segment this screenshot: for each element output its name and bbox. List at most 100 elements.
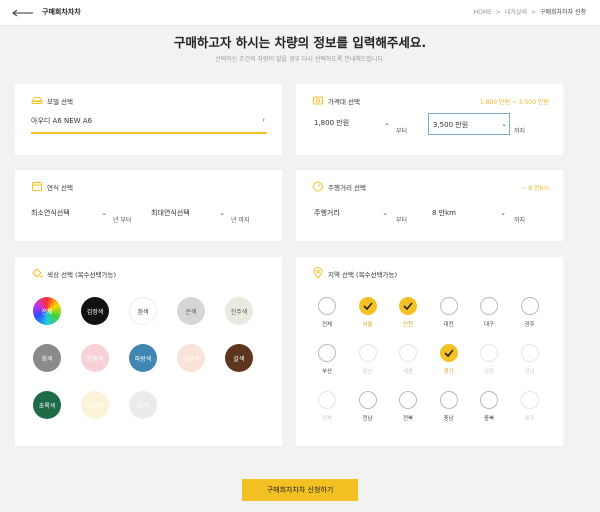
price-from-value: 1,800 만원 bbox=[314, 119, 350, 127]
calendar-icon bbox=[32, 181, 42, 191]
model-card: 모델 선택 아우디 A6 NEW A6 › bbox=[15, 84, 282, 155]
year-to-select[interactable]: 최대연식선택 ⌄ bbox=[151, 208, 227, 222]
region-option[interactable]: 서울 bbox=[357, 297, 379, 328]
color-swatch[interactable]: 파랑색 bbox=[129, 344, 157, 372]
chevron-down-icon: ⌄ bbox=[101, 209, 107, 217]
check-icon bbox=[399, 297, 417, 315]
color-swatch[interactable]: 회색 bbox=[33, 344, 61, 372]
mileage-to-value: 8 만km bbox=[432, 209, 456, 217]
region-option: 세종 bbox=[397, 344, 419, 375]
radio-circle bbox=[318, 391, 336, 409]
region-label: 전체 bbox=[321, 322, 333, 328]
radio-circle bbox=[520, 344, 539, 362]
check-icon bbox=[439, 344, 458, 362]
region-label: 대전 bbox=[443, 322, 454, 328]
color-swatch[interactable]: 은색 bbox=[177, 297, 205, 325]
region-card: 지역 선택 (복수선택가능) 전체 서울 인천 대전 대구 광주부산 울산 세종 경기 강원 경남경… bbox=[296, 257, 563, 446]
region-option[interactable]: 전북 bbox=[397, 391, 419, 422]
region-card-title: 지역 선택 (복수선택가능) bbox=[328, 271, 398, 279]
year-from-unit: 년 부터 bbox=[113, 217, 132, 224]
region-option[interactable]: 충남 bbox=[438, 391, 460, 422]
car-icon bbox=[31, 97, 43, 104]
region-label: 전남 bbox=[362, 416, 373, 422]
color-card-title: 색상 선택 (복수선택가능) bbox=[47, 271, 117, 279]
color-swatch[interactable]: 전체 bbox=[33, 297, 61, 325]
money-icon bbox=[313, 96, 323, 105]
price-to-select[interactable]: 3,500 만원 ⌄ bbox=[428, 113, 510, 135]
radio-circle bbox=[439, 391, 458, 409]
region-label: 경남 bbox=[524, 369, 535, 375]
year-from-select[interactable]: 최소연식선택 ⌄ bbox=[31, 208, 109, 222]
mileage-card-title: 주행거리 선택 bbox=[328, 184, 366, 192]
radio-circle bbox=[358, 391, 377, 409]
chevron-down-icon: ⌄ bbox=[219, 209, 225, 217]
breadcrumb-buy[interactable]: 내차살때 bbox=[505, 9, 527, 16]
mileage-to-select[interactable]: 8 만km ⌄ bbox=[432, 208, 508, 222]
page-subtitle: 선택하신 조건의 차량이 없을 경우 다시 선택하도록 안내해드립니다. bbox=[215, 56, 385, 63]
region-option[interactable]: 인천 bbox=[397, 297, 419, 328]
color-swatch[interactable]: 살구색 bbox=[177, 344, 205, 372]
radio-circle bbox=[480, 344, 498, 362]
region-label: 울산 bbox=[362, 369, 373, 375]
region-option: 강원 bbox=[478, 344, 500, 375]
color-swatch[interactable]: 회색 bbox=[129, 391, 157, 419]
price-from-unit: 부터 bbox=[396, 128, 408, 135]
model-select[interactable]: 아우디 A6 NEW A6 › bbox=[31, 116, 267, 134]
color-swatch[interactable]: 갈색 bbox=[225, 344, 253, 372]
price-from-select[interactable]: 1,800 만원 ⌄ bbox=[314, 118, 392, 132]
year-card-title: 연식 선택 bbox=[47, 184, 73, 192]
region-option[interactable]: 부산 bbox=[316, 344, 338, 375]
region-option: 경북 bbox=[316, 391, 338, 422]
region-label: 충남 bbox=[443, 416, 454, 422]
page-header-title: 구매희차차차 bbox=[42, 8, 81, 16]
color-swatch[interactable]: 분홍색 bbox=[81, 344, 109, 372]
breadcrumb: HOME > 내차살때 > 구매희차차차 신청 bbox=[472, 7, 588, 16]
map-pin-icon bbox=[313, 267, 323, 279]
mileage-to-unit: 까지 bbox=[514, 217, 526, 224]
color-swatch[interactable]: 흰색 bbox=[129, 297, 157, 325]
submit-button[interactable]: 구매희차차차 신청하기 bbox=[242, 479, 358, 501]
mileage-from-value: 주행거리 bbox=[314, 209, 340, 217]
model-select-value: 아우디 A6 NEW A6 bbox=[31, 117, 93, 125]
color-swatch[interactable]: 검정색 bbox=[81, 297, 109, 325]
radio-circle bbox=[358, 344, 377, 362]
breadcrumb-current: 구매희차차차 신청 bbox=[539, 9, 586, 16]
top-bar: 구매희차차차 HOME > 내차살때 > 구매희차차차 신청 bbox=[0, 0, 600, 26]
radio-circle bbox=[318, 344, 336, 362]
paint-bucket-icon bbox=[32, 268, 43, 278]
chevron-right-icon: › bbox=[262, 116, 265, 124]
region-option[interactable]: 충북 bbox=[478, 391, 500, 422]
region-label: 부산 bbox=[321, 369, 333, 375]
breadcrumb-sep: > bbox=[530, 9, 536, 16]
region-label: 서울 bbox=[362, 322, 373, 328]
color-swatch[interactable]: 진주색 bbox=[225, 297, 253, 325]
radio-circle bbox=[520, 391, 539, 409]
radio-circle bbox=[399, 344, 417, 362]
mileage-card: 주행거리 선택 ~ 8 만km 주행거리 ⌄ 부터 8 만km ⌄ 까지 bbox=[296, 170, 563, 241]
region-option[interactable]: 대전 bbox=[438, 297, 460, 328]
breadcrumb-home[interactable]: HOME bbox=[474, 9, 492, 16]
mileage-from-select[interactable]: 주행거리 ⌄ bbox=[314, 208, 390, 222]
region-option[interactable]: 대구 bbox=[478, 297, 500, 328]
year-to-value: 최대연식선택 bbox=[151, 209, 190, 217]
back-arrow-icon[interactable] bbox=[12, 9, 34, 17]
year-to-unit: 년 까지 bbox=[231, 217, 250, 224]
chevron-down-icon: ⌄ bbox=[500, 209, 506, 217]
region-option[interactable]: 광주 bbox=[519, 297, 541, 328]
region-label: 광주 bbox=[524, 322, 535, 328]
region-option[interactable]: 전체 bbox=[316, 297, 338, 328]
radio-circle bbox=[480, 391, 498, 409]
region-label: 강원 bbox=[483, 369, 495, 375]
price-range-hint: 1,800 만원 ~ 3,500 만원 bbox=[479, 99, 549, 106]
region-option[interactable]: 전남 bbox=[357, 391, 379, 422]
region-label: 경북 bbox=[321, 416, 333, 422]
region-option[interactable]: 경기 bbox=[438, 344, 460, 375]
year-card: 연식 선택 최소연식선택 ⌄ 년 부터 최대연식선택 ⌄ 년 까지 bbox=[15, 170, 282, 241]
color-swatch[interactable]: 초록색 bbox=[33, 391, 61, 419]
radio-circle bbox=[480, 297, 498, 315]
chevron-down-icon: ⌄ bbox=[382, 209, 388, 217]
region-label: 경기 bbox=[443, 369, 454, 375]
region-option: 울산 bbox=[357, 344, 379, 375]
region-label: 제주 bbox=[524, 416, 535, 422]
color-swatch[interactable]: 노랑색 bbox=[81, 391, 109, 419]
